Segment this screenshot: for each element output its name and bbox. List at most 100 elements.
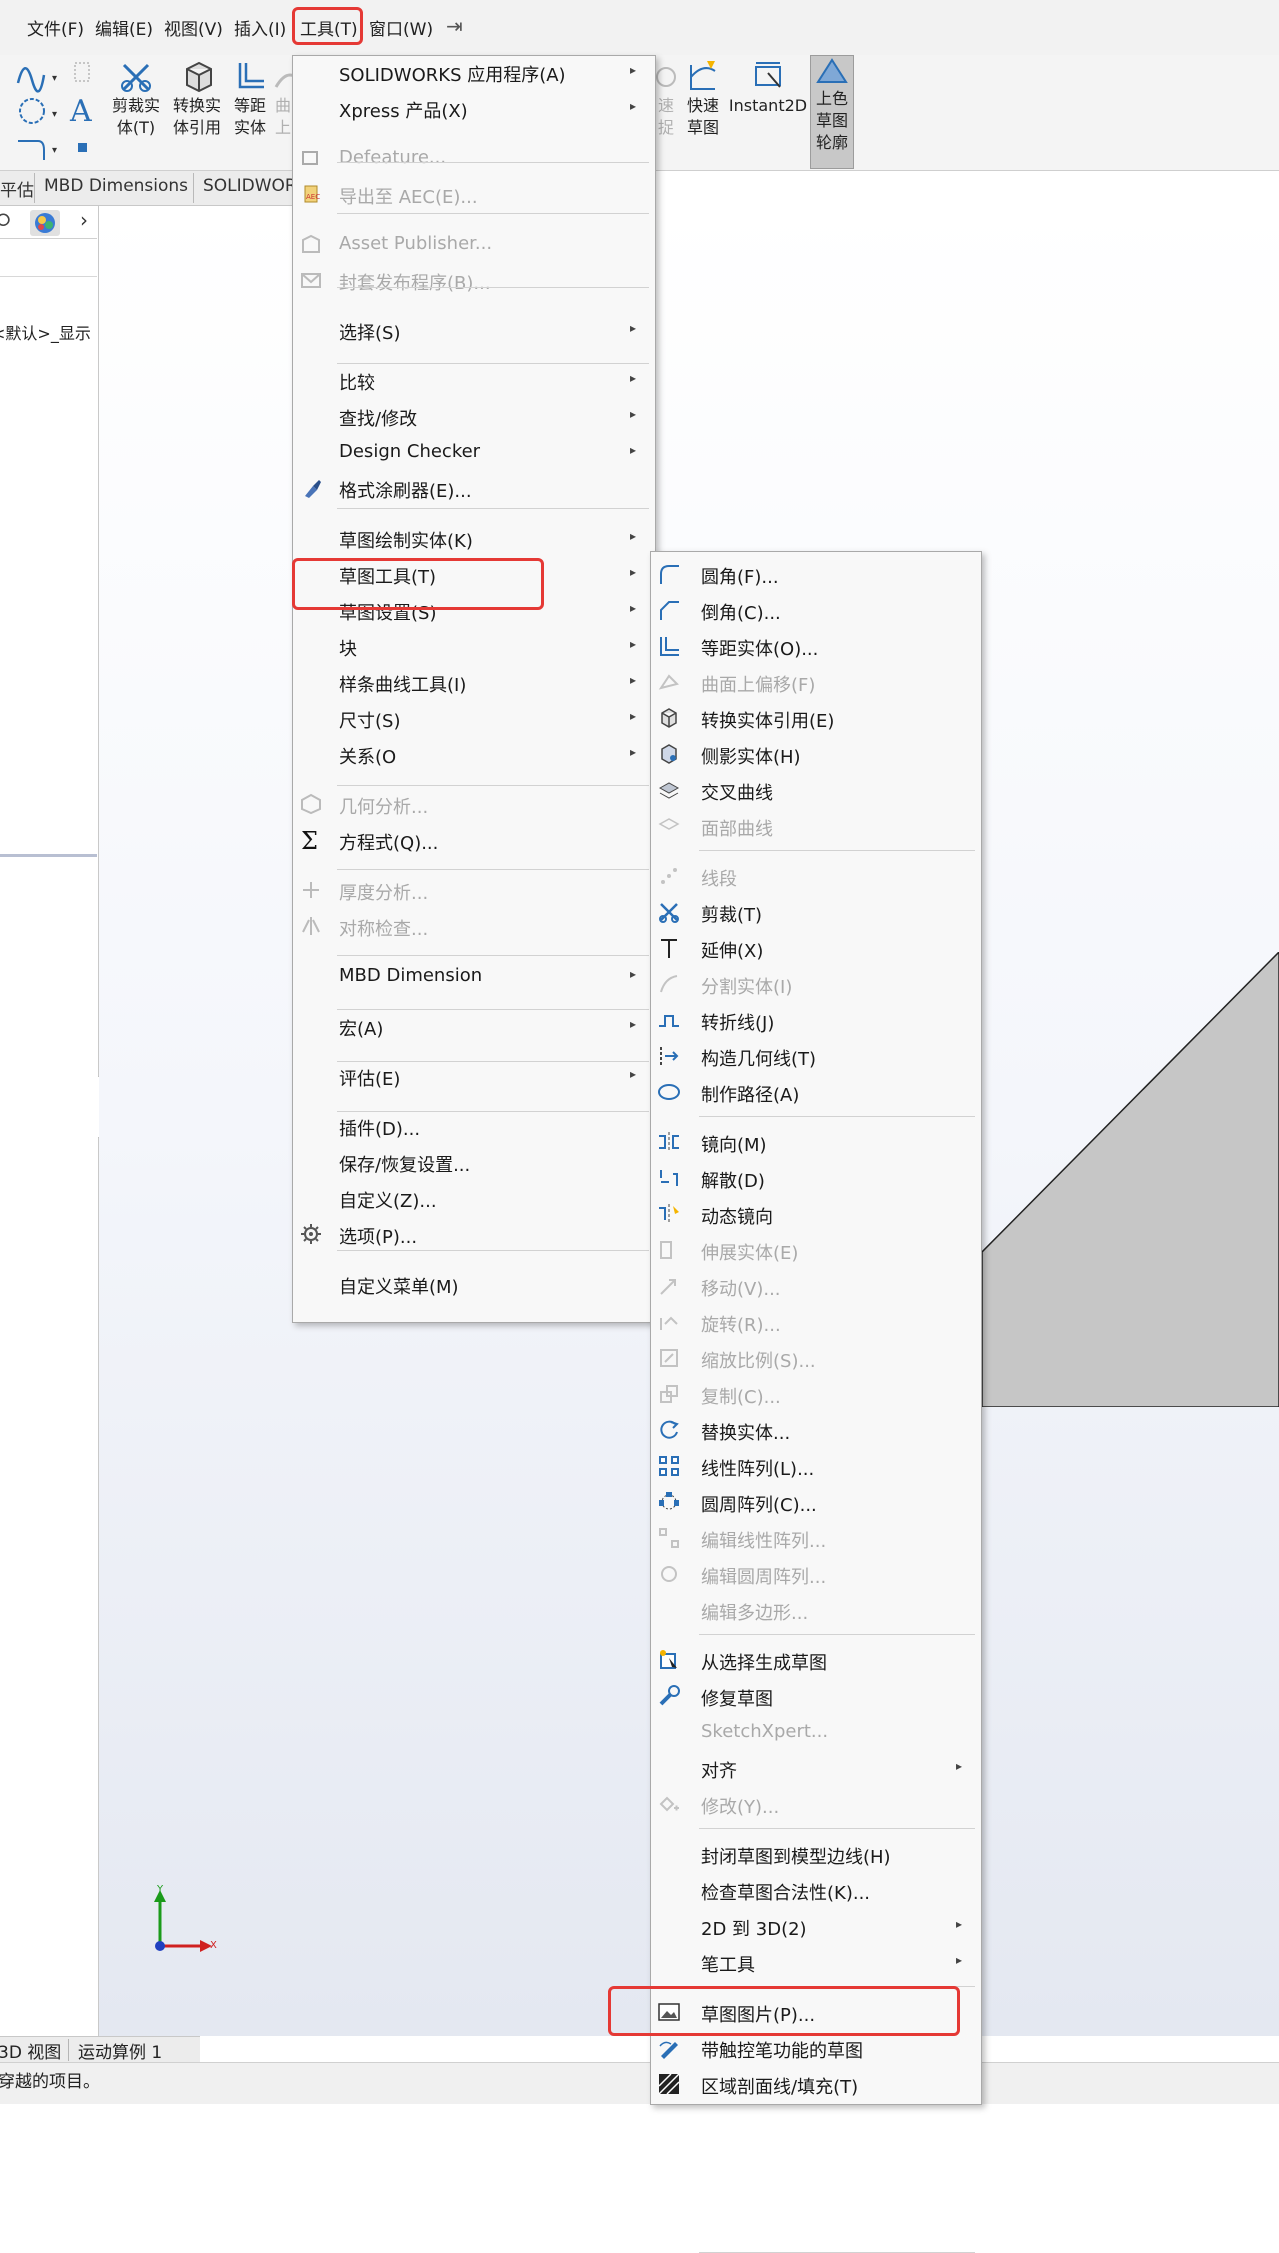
menu-item-侧影实体-h[interactable]: 侧影实体(H) xyxy=(651,736,981,772)
menu-item-几何分析[interactable]: 几何分析... xyxy=(293,786,655,822)
menu-item-design-checker[interactable]: Design Checker ▸ xyxy=(293,434,655,470)
menu-item-构造几何线-t[interactable]: 构造几何线(T) xyxy=(651,1038,981,1074)
menu-item-线性阵列-l[interactable]: 线性阵列(L)... xyxy=(651,1448,981,1484)
menu-item-对齐[interactable]: 对齐 ▸ xyxy=(651,1750,981,1786)
menu-item-编辑多边形[interactable]: 编辑多边形... xyxy=(651,1592,981,1628)
menu-item-检查草图合法性-k[interactable]: 检查草图合法性(K)... xyxy=(651,1872,981,1908)
tab-mbd-dimensions[interactable]: MBD Dimensions xyxy=(44,176,188,196)
tab-motion-study-1[interactable]: 运动算例 1 xyxy=(78,2038,162,2063)
menu-item-线段[interactable]: 线段 xyxy=(651,858,981,894)
trim-entities-button[interactable]: 剪裁实 体(T) xyxy=(108,59,164,139)
offset-on-surface-icon xyxy=(274,73,294,88)
menu-item-保存-恢复设置[interactable]: 保存/恢复设置... xyxy=(293,1144,655,1180)
rapid-snap-button[interactable]: 速捉 xyxy=(654,59,678,139)
menu-item-倒角-c[interactable]: 倒角(C)... xyxy=(651,592,981,628)
menu-item-自定义菜单-m[interactable]: 自定义菜单(M) xyxy=(293,1266,655,1302)
menu-item-笔工具[interactable]: 笔工具 ▸ xyxy=(651,1944,981,1980)
panel-expand-icon[interactable]: › xyxy=(80,208,88,232)
menu-item-查找-修改[interactable]: 查找/修改 ▸ xyxy=(293,398,655,434)
menu-item-动态镜向[interactable]: 动态镜向 xyxy=(651,1196,981,1232)
quick-sketch-button[interactable]: 快速 草图 xyxy=(680,59,726,139)
menu-item-制作路径-a[interactable]: 制作路径(A) xyxy=(651,1074,981,1110)
menu-item-尺寸-s[interactable]: 尺寸(S) ▸ xyxy=(293,700,655,736)
menu-item-asset-publisher[interactable]: Asset Publisher... xyxy=(293,226,655,262)
menu-file[interactable]: 文件(F) xyxy=(27,15,84,40)
menu-item-格式涂刷器-e[interactable]: 格式涂刷器(E)... xyxy=(293,470,655,506)
sigma-icon: Σ xyxy=(301,828,318,852)
menu-item-导出至-aec-e[interactable]: AEC 导出至 AEC(E)... xyxy=(293,176,655,212)
menu-item-镜向-m[interactable]: 镜向(M) xyxy=(651,1124,981,1160)
menu-item-封套发布程序-b[interactable]: 封套发布程序(B)... xyxy=(293,262,655,298)
menu-insert[interactable]: 插入(I) xyxy=(234,15,286,40)
symmetry-check-icon xyxy=(302,917,320,935)
menu-item-移动-v[interactable]: 移动(V)... xyxy=(651,1268,981,1304)
menu-item-转折线-j[interactable]: 转折线(J) xyxy=(651,1002,981,1038)
menu-view[interactable]: 视图(V) xyxy=(164,15,223,40)
tab-solidworks[interactable]: SOLIDWOR xyxy=(203,176,297,196)
menu-edit[interactable]: 编辑(E) xyxy=(95,15,153,40)
appearance-icon[interactable] xyxy=(30,210,60,236)
menu-item-区域剖面线-填充-t[interactable]: 区域剖面线/填充(T) xyxy=(651,2066,981,2102)
menu-item-比较[interactable]: 比较 ▸ xyxy=(293,362,655,398)
menu-item-复制-c[interactable]: 复制(C)... xyxy=(651,1376,981,1412)
menu-item-缩放比例-s[interactable]: 缩放比例(S)... xyxy=(651,1340,981,1376)
surface-curve-button[interactable]: 曲上 xyxy=(272,59,294,139)
menu-item-自定义-z[interactable]: 自定义(Z)... xyxy=(293,1180,655,1216)
menu-item-厚度分析[interactable]: 厚度分析... xyxy=(293,872,655,908)
pin-icon[interactable]: ⇥ xyxy=(446,14,463,38)
convert-entities-button[interactable]: 转换实 体引用 xyxy=(168,59,226,139)
menu-item-对称检查[interactable]: 对称检查... xyxy=(293,908,655,944)
menu-item-解散-d[interactable]: 解散(D) xyxy=(651,1160,981,1196)
menu-item-替换实体[interactable]: 替换实体... xyxy=(651,1412,981,1448)
menu-item-等距实体-o[interactable]: 等距实体(O)... xyxy=(651,628,981,664)
instant2d-button[interactable]: Instant2D xyxy=(728,59,808,117)
menu-item-label: 尺寸(S) xyxy=(339,711,401,732)
menu-item-交叉曲线[interactable]: 交叉曲线 xyxy=(651,772,981,808)
menu-item-曲面上偏移-f[interactable]: 曲面上偏移(F) xyxy=(651,664,981,700)
menu-item-defeature[interactable]: Defeature... xyxy=(293,140,655,176)
menu-item-修复草图[interactable]: 修复草图 xyxy=(651,1678,981,1714)
menu-item-延伸-x[interactable]: 延伸(X) xyxy=(651,930,981,966)
menu-item-评估-e[interactable]: 评估(E) ▸ xyxy=(293,1058,655,1094)
menu-item-编辑线性阵列[interactable]: 编辑线性阵列... xyxy=(651,1520,981,1556)
model-face[interactable] xyxy=(982,952,1279,1407)
menu-item-面部曲线[interactable]: 面部曲线 xyxy=(651,808,981,844)
sketch-entities-icons[interactable]: ▾ ▾ ▾ A xyxy=(0,55,100,170)
menu-window[interactable]: 窗口(W) xyxy=(369,15,433,40)
menu-item-转换实体引用-e[interactable]: 转换实体引用(E) xyxy=(651,700,981,736)
panel-splitter[interactable] xyxy=(0,854,97,857)
menu-item-分割实体-i[interactable]: 分割实体(I) xyxy=(651,966,981,1002)
panel-tab-icon[interactable]: ⭘ xyxy=(0,210,10,231)
menu-item-修改-y[interactable]: 修改(Y)... xyxy=(651,1786,981,1822)
menu-item-方程式-q[interactable]: Σ 方程式(Q)... xyxy=(293,822,655,858)
menu-item-关系-o[interactable]: 关系(O ▸ xyxy=(293,736,655,772)
menu-item-草图绘制实体-k[interactable]: 草图绘制实体(K) ▸ xyxy=(293,520,655,556)
chamfer-icon xyxy=(660,601,679,620)
menu-item-圆周阵列-c[interactable]: 圆周阵列(C)... xyxy=(651,1484,981,1520)
menu-separator xyxy=(699,1634,975,1635)
shaded-sketch-contours-button[interactable]: 上色 草图 轮廓 xyxy=(810,55,854,169)
menu-item-solidworks-应用程序-a[interactable]: SOLIDWORKS 应用程序(A) ▸ xyxy=(293,54,655,90)
menu-item-sketchxpert[interactable]: SketchXpert... xyxy=(651,1714,981,1750)
menu-item-选择-s[interactable]: 选择(S) ▸ xyxy=(293,312,655,348)
tab-evaluate[interactable]: 平估 xyxy=(0,176,34,201)
menu-item-样条曲线工具-i[interactable]: 样条曲线工具(I) ▸ xyxy=(293,664,655,700)
linear-pattern-icon xyxy=(659,1456,679,1476)
menu-item-宏-a[interactable]: 宏(A) ▸ xyxy=(293,1008,655,1044)
offset-entities-button[interactable]: 等距 实体 xyxy=(228,59,272,139)
tab-3d-view[interactable]: 3D 视图 xyxy=(0,2038,61,2063)
menu-item-块[interactable]: 块 ▸ xyxy=(293,628,655,664)
menu-item-选项-p[interactable]: 选项(P)... xyxy=(293,1216,655,1252)
menu-item-编辑圆周阵列[interactable]: 编辑圆周阵列... xyxy=(651,1556,981,1592)
menu-item-圆角-f[interactable]: 圆角(F)... xyxy=(651,556,981,592)
menu-item-旋转-r[interactable]: 旋转(R)... xyxy=(651,1304,981,1340)
menu-item-剪裁-t[interactable]: 剪裁(T) xyxy=(651,894,981,930)
menu-item-mbd-dimension[interactable]: MBD Dimension ▸ xyxy=(293,958,655,994)
menu-item-2d-到-3d-2[interactable]: 2D 到 3D(2) ▸ xyxy=(651,1908,981,1944)
menu-item-插件-d[interactable]: 插件(D)... xyxy=(293,1108,655,1144)
menu-item-xpress-产品-x[interactable]: Xpress 产品(X) ▸ xyxy=(293,90,655,126)
menu-item-封闭草图到模型边线-h[interactable]: 封闭草图到模型边线(H) xyxy=(651,1836,981,1872)
menu-item-从选择生成草图[interactable]: 从选择生成草图 xyxy=(651,1642,981,1678)
menu-item-label: 圆周阵列(C)... xyxy=(701,1495,817,1516)
menu-item-伸展实体-e[interactable]: 伸展实体(E) xyxy=(651,1232,981,1268)
